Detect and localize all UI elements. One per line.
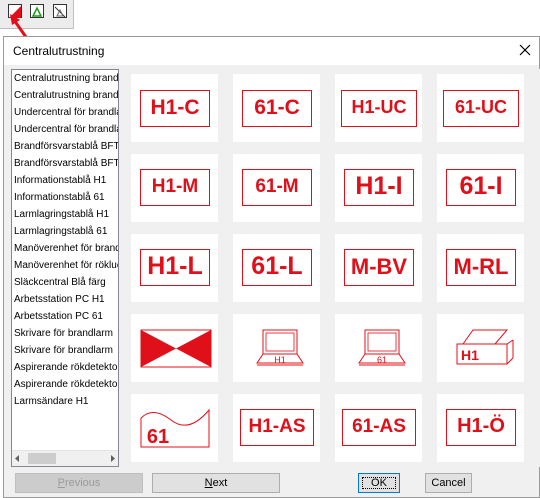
next-button[interactable]: Next [152, 473, 280, 493]
symbol-tile-sprinkler-central[interactable] [131, 314, 218, 382]
symbol-tile-h1-l[interactable]: H1-L [131, 234, 218, 302]
list-item[interactable]: Manöverenhet för rökluckor [14, 257, 118, 274]
cancel-button[interactable]: Cancel [425, 473, 472, 493]
symbol-label: 61-I [459, 172, 503, 200]
focus-rect [362, 477, 396, 489]
centralutrustning-dialog: Centralutrustning Centralutrustning bran… [3, 36, 540, 498]
list-item[interactable]: Undercentral för brandlarm [14, 104, 118, 121]
symbol-label: M-BV [350, 254, 408, 279]
cancel-label: Cancel [431, 477, 466, 489]
symbol-tile-m-rl[interactable]: M-RL [437, 234, 524, 302]
list-item[interactable]: Aspirerande rökdetektor [14, 359, 118, 376]
symbol-tile-h1-c[interactable]: H1-C [131, 74, 218, 142]
symbol-label: 61 [146, 426, 170, 448]
list-item[interactable]: Centralutrustning brandlarm [14, 70, 118, 87]
symbol-label: 61-L [251, 252, 303, 280]
symbol-tile-h1-m[interactable]: H1-M [131, 154, 218, 222]
symbol-tile-61-uc[interactable]: 61-UC [437, 74, 524, 142]
list-item[interactable]: Manöverenhet för brandlarm [14, 240, 118, 257]
symbol-label: H1 [274, 355, 286, 365]
symbol-label: H1-AS [248, 416, 306, 437]
list-item[interactable]: Brandförsvarstablå BFT [14, 138, 118, 155]
symbol-list[interactable]: Centralutrustning brandlarm Centralutrus… [11, 69, 119, 467]
symbol-tile-pc-61[interactable]: 61 [335, 314, 422, 382]
previous-accelerator: P [57, 477, 65, 489]
previous-label: revious [64, 477, 101, 489]
list-item[interactable]: Larmlagringstablå 61 [14, 223, 107, 240]
list-item[interactable]: Informationstablå 61 [14, 189, 105, 206]
symbol-label: H1-Ö [457, 415, 505, 437]
symbol-label: 61 [376, 355, 387, 365]
next-accelerator: N [204, 477, 213, 489]
symbol-tile-61-as[interactable]: 61-AS [335, 394, 422, 462]
symbol-label: H1-UC [351, 97, 407, 117]
symbol-label: 61-AS [352, 416, 406, 437]
list-item[interactable]: Undercentral för brandlarm [14, 121, 118, 138]
symbol-label: H1-I [355, 172, 403, 200]
laptop-icon [256, 329, 304, 366]
laptop-icon [358, 329, 406, 366]
list-item[interactable]: Larmsändare H1 [14, 393, 88, 410]
symbol-label: H1-L [147, 252, 203, 280]
next-label: ext [212, 477, 228, 489]
symbol-label: 61-UC [454, 97, 507, 117]
symbol-tile-printer-h1[interactable]: H1 [437, 314, 524, 382]
list-item[interactable]: Arbetsstation PC 61 [14, 308, 103, 325]
list-item[interactable]: Centralutrustning brandlarm [14, 87, 118, 104]
symbol-tile-h1-uc[interactable]: H1-UC [335, 74, 422, 142]
symbol-tile-aspirating-61[interactable]: 61 [131, 394, 218, 462]
symbol-tile-61-l[interactable]: 61-L [233, 234, 320, 302]
previous-button[interactable]: Previous [15, 473, 143, 493]
symbol-tile-61-c[interactable]: 61-C [233, 74, 320, 142]
list-item[interactable]: Aspirerande rökdetektor [14, 376, 118, 393]
ok-button[interactable]: OK [358, 473, 400, 493]
dialog-titlebar: Centralutrustning [4, 37, 539, 65]
list-item[interactable]: Arbetsstation PC H1 [14, 291, 105, 308]
crossed-symbol-icon[interactable] [53, 4, 67, 18]
horizontal-scrollbar[interactable] [12, 450, 118, 466]
bowtie-symbol-icon [140, 329, 212, 368]
symbol-tile-h1-o[interactable]: H1-Ö [437, 394, 524, 462]
symbol-label: H1-M [151, 176, 199, 197]
close-icon[interactable] [517, 42, 533, 58]
list-item[interactable]: Skrivare för brandlarm [14, 325, 113, 342]
list-item[interactable]: Informationstablå H1 [14, 172, 106, 189]
symbol-tile-pc-h1[interactable]: H1 [233, 314, 320, 382]
symbol-label: H1 [461, 347, 479, 363]
symbol-tile-m-bv[interactable]: M-BV [335, 234, 422, 302]
list-item[interactable]: Brandförsvarstablå BFT [14, 155, 118, 172]
symbol-label: H1-C [150, 96, 200, 119]
symbol-tile-h1-as[interactable]: H1-AS [233, 394, 320, 462]
symbol-label: 61-M [255, 176, 299, 197]
dialog-title: Centralutrustning [13, 44, 105, 58]
symbol-label: M-RL [453, 254, 509, 279]
list-item[interactable]: Släckcentral Blå färg [14, 274, 106, 291]
symbol-grid: H1-C 61-C H1-UC 61-UC H1-M 61-M H1-I 61-… [129, 69, 540, 467]
list-item[interactable]: Larmlagringstablå H1 [14, 206, 109, 223]
list-item[interactable]: Skrivare för brandlarm [14, 342, 113, 359]
symbol-tile-h1-i[interactable]: H1-I [335, 154, 422, 222]
symbol-tile-61-i[interactable]: 61-I [437, 154, 524, 222]
symbol-tile-61-m[interactable]: 61-M [233, 154, 320, 222]
symbol-label: 61-C [254, 96, 300, 119]
